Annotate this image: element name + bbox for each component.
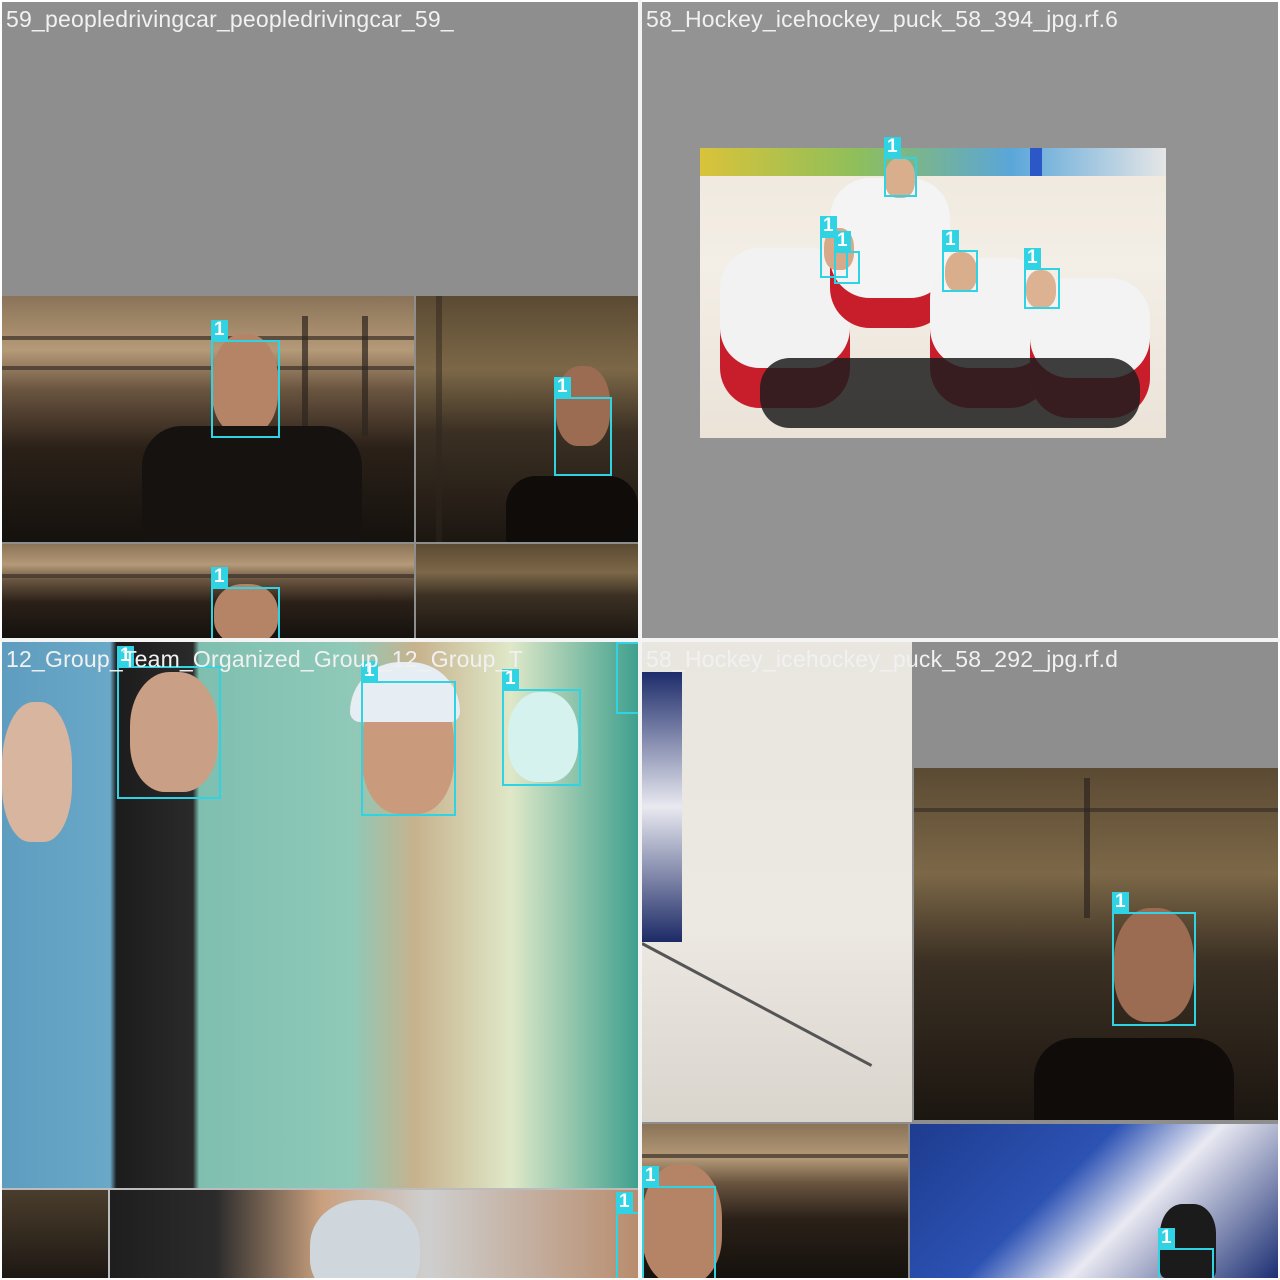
box-class-label: 1: [1158, 1228, 1175, 1248]
photo-medical-team-crop-2: [110, 1190, 638, 1278]
box-class-label: 1: [642, 1166, 659, 1186]
box-class-label: 1: [1112, 892, 1129, 912]
box-class-label: 1: [211, 567, 228, 587]
box-class-label: 1: [211, 320, 228, 340]
tile-hockey-292: 58_Hockey_icehockey_puck_58_292_jpg.rf.d…: [642, 642, 1278, 1278]
face-box: 1: [1158, 1228, 1214, 1278]
tile-label: 58_Hockey_icehockey_puck_58_292_jpg.rf.d: [646, 646, 1119, 672]
box-class-label: 1: [554, 377, 571, 397]
face-box: 1: [211, 320, 280, 438]
box-class-label: 1: [884, 137, 901, 157]
face-box: 1: [616, 642, 638, 714]
face-box: 1: [1112, 892, 1196, 1026]
face-box: 1: [211, 567, 280, 638]
face-box: 1: [502, 669, 581, 786]
tile-label: 12_Group_Team_Organized_Group_12_Group_T: [6, 646, 523, 672]
tile-label: 58_Hockey_icehockey_puck_58_394_jpg.rf.6: [646, 6, 1119, 32]
face-box: 1: [361, 661, 456, 816]
box-class-label: 1: [834, 231, 851, 251]
mosaic-divider-horizontal: [0, 638, 1280, 642]
photo-hockey-team: [700, 148, 1166, 438]
photo-hockey-jersey: [910, 1124, 1278, 1278]
box-class-label: 1: [942, 230, 959, 250]
face-box: 1: [117, 646, 221, 799]
photo-hockey-ice: [642, 642, 912, 1122]
face-box: 1: [642, 1166, 716, 1278]
face-box: 1: [554, 377, 612, 476]
tile-group-team: 12_Group_Team_Organized_Group_12_Group_T…: [2, 642, 638, 1278]
photo-man-driving-crop: [2, 544, 414, 638]
face-box: 1: [1024, 248, 1060, 309]
tile-hockey-394: 58_Hockey_icehockey_puck_58_394_jpg.rf.6…: [642, 2, 1278, 638]
box-class-label: 1: [1024, 248, 1041, 268]
tile-label: 59_peopledrivingcar_peopledrivingcar_59_: [6, 6, 454, 32]
face-box: 1: [942, 230, 978, 292]
face-box: 1: [884, 137, 917, 197]
photo-man-driving: [2, 296, 414, 542]
face-box: 1: [616, 1192, 638, 1278]
photo-woman-driving-crop: [416, 544, 638, 638]
photo-medical-team-crop: [2, 1190, 108, 1278]
box-class-label: 1: [616, 1192, 633, 1212]
face-box: 1: [834, 231, 860, 284]
tile-people-driving-car: 59_peopledrivingcar_peopledrivingcar_59_…: [2, 2, 638, 638]
photo-woman-driving-2: [914, 768, 1278, 1120]
